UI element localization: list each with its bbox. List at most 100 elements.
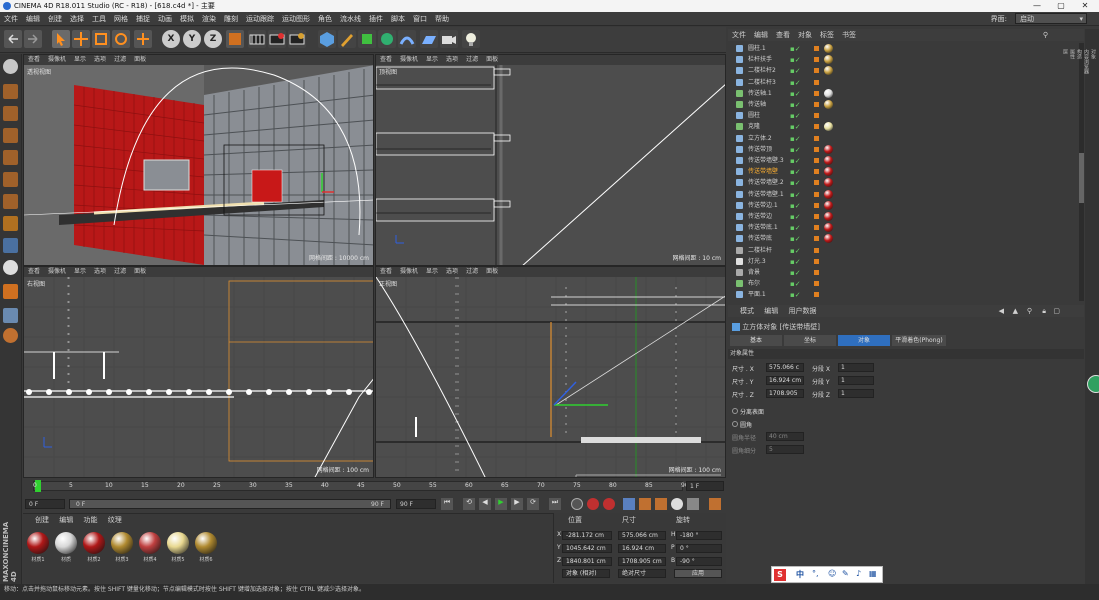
menu-window[interactable]: 窗口 <box>409 12 431 26</box>
material-swatch[interactable] <box>139 532 161 554</box>
key-pla-icon[interactable] <box>687 498 699 510</box>
start-frame-field[interactable]: 0 F <box>25 499 65 509</box>
viewport-front[interactable]: 查看 摄像机 显示 选项 过滤 面板 正视图 网格间距 : 100 cm <box>375 266 726 478</box>
search-icon[interactable]: ⚲ <box>1027 305 1032 317</box>
fillet-sub-field[interactable]: 5 <box>766 445 804 454</box>
subdivision-icon[interactable] <box>358 30 376 48</box>
record-keys-icon[interactable] <box>571 498 583 510</box>
size-field[interactable]: 575.066 cm <box>618 531 666 540</box>
play-icon[interactable]: ▶ <box>495 498 507 510</box>
right-tab[interactable]: 属性 <box>1069 49 1076 74</box>
material-tag-icon[interactable] <box>824 178 833 188</box>
render-view-icon[interactable] <box>248 30 266 48</box>
grid-icon[interactable]: ▦ <box>869 569 877 578</box>
vp-menu-filter[interactable]: 过滤 <box>466 56 478 63</box>
workplane-icon[interactable] <box>3 128 18 143</box>
rotation-field[interactable]: -180 ° <box>676 531 722 540</box>
material-swatch[interactable] <box>111 532 133 554</box>
vp-menu-camera[interactable]: 摄像机 <box>400 268 418 275</box>
size-field[interactable]: 16.924 cm <box>766 376 804 385</box>
vp-menu-display[interactable]: 显示 <box>74 56 86 63</box>
object-row[interactable]: 圆柱 ▪✓ <box>728 110 1080 121</box>
layer-dot-icon[interactable] <box>814 68 819 74</box>
layer-dot-icon[interactable] <box>814 124 819 130</box>
object-row[interactable]: 传送带墙壁.3 ▪✓ <box>728 155 1080 166</box>
menu-script[interactable]: 脚本 <box>387 12 409 26</box>
layer-dot-icon[interactable] <box>814 169 819 175</box>
fillet-row[interactable]: 圆角 <box>732 420 752 429</box>
size-field[interactable]: 1708.905 cm <box>618 557 666 566</box>
vp-menu-filter[interactable]: 过滤 <box>466 268 478 275</box>
material-tag-icon[interactable] <box>824 100 833 109</box>
go-to-end-icon[interactable]: ⏭ <box>549 498 561 510</box>
layer-dot-icon[interactable] <box>814 46 819 51</box>
object-row[interactable]: 传送带底.1 ▪✓ <box>728 222 1080 233</box>
cloner-icon[interactable] <box>378 30 396 48</box>
end-frame-field[interactable]: 90 F <box>396 499 436 509</box>
mat-menu-texture[interactable]: 纹理 <box>108 516 122 524</box>
edges-mode-icon[interactable] <box>3 172 18 187</box>
right-tab[interactable]: 对象 <box>1090 49 1097 74</box>
layer-dot-icon[interactable] <box>814 281 819 287</box>
mat-menu-edit[interactable]: 编辑 <box>59 516 73 524</box>
arrow-left-icon[interactable]: ◀ <box>999 305 1004 317</box>
timeline-layout-icon[interactable] <box>709 498 721 510</box>
object-row[interactable]: 二楼栏杆3 ▪✓ <box>728 77 1080 88</box>
key-selection-icon[interactable] <box>603 498 615 510</box>
material-tag-icon[interactable] <box>824 44 833 53</box>
material-swatch[interactable] <box>195 532 217 554</box>
object-row[interactable]: 传送带墙壁.2 ▪✓ <box>728 177 1080 188</box>
vp-menu-options[interactable]: 选项 <box>446 268 458 275</box>
vp-menu-display[interactable]: 显示 <box>74 268 86 275</box>
vp-menu-camera[interactable]: 摄像机 <box>48 56 66 63</box>
vp-menu-options[interactable]: 选项 <box>94 268 106 275</box>
om-menu-edit[interactable]: 编辑 <box>754 31 768 39</box>
pen-icon[interactable] <box>338 30 356 48</box>
layer-dot-icon[interactable] <box>814 258 819 264</box>
mic-icon[interactable]: ♪ <box>856 569 861 578</box>
layout-select[interactable]: 启动 ▾ <box>1015 13 1087 24</box>
vp-menu-display[interactable]: 显示 <box>426 56 438 63</box>
right-tab[interactable]: 构造 <box>1076 49 1083 74</box>
tab-basic[interactable]: 基本 <box>730 335 782 346</box>
object-row[interactable]: 传送轴 ▪✓ <box>728 99 1080 110</box>
recent-tool-icon[interactable] <box>134 30 152 48</box>
layer-dot-icon[interactable] <box>814 90 819 96</box>
object-row[interactable]: 背景 ▪✓ <box>728 267 1080 278</box>
current-frame-field[interactable]: 1 F <box>686 481 724 491</box>
size-mode-select[interactable]: 绝对尺寸 <box>618 569 666 578</box>
layer-dot-icon[interactable] <box>814 146 819 152</box>
emoji-icon[interactable]: ☺ <box>828 569 836 578</box>
om-menu-view[interactable]: 查看 <box>776 31 790 39</box>
menu-motion-tracking[interactable]: 运动跟踪 <box>242 12 278 26</box>
visibility-check-icon[interactable]: ▪✓ <box>790 290 801 301</box>
vp-menu-options[interactable]: 选项 <box>446 56 458 63</box>
mat-menu-function[interactable]: 功能 <box>83 516 97 524</box>
tweak-mode-icon[interactable] <box>3 238 18 253</box>
menu-simulate[interactable]: 模拟 <box>176 12 198 26</box>
material-swatch[interactable] <box>55 532 77 554</box>
close-button[interactable]: ✕ <box>1073 0 1097 12</box>
layer-dot-icon[interactable] <box>814 270 819 275</box>
polygons-mode-icon[interactable] <box>3 194 18 209</box>
material-tag-icon[interactable] <box>824 223 833 233</box>
menu-mograph[interactable]: 运动图形 <box>278 12 314 26</box>
menu-sculpt[interactable]: 雕刻 <box>220 12 242 26</box>
om-menu-object[interactable]: 对象 <box>798 31 812 39</box>
segment-field[interactable]: 1 <box>838 363 874 372</box>
previous-frame-icon[interactable]: ◀ <box>479 498 491 510</box>
menu-character[interactable]: 角色 <box>314 12 336 26</box>
object-row[interactable]: 灯光.3 ▪✓ <box>728 256 1080 267</box>
pen-icon[interactable]: ✎ <box>842 569 849 578</box>
rotation-field[interactable]: 0 ° <box>676 544 722 553</box>
vp-menu-camera[interactable]: 摄像机 <box>400 56 418 63</box>
object-scrollbar[interactable] <box>1079 43 1084 301</box>
layer-dot-icon[interactable] <box>814 57 819 63</box>
model-mode-icon[interactable] <box>3 84 18 99</box>
search-icon[interactable]: ⚲ <box>1043 29 1048 41</box>
vp-menu-panel[interactable]: 面板 <box>134 268 146 275</box>
layer-dot-icon[interactable] <box>814 292 819 298</box>
object-row[interactable]: 圆柱.1 ▪✓ <box>728 43 1080 54</box>
sogou-icon[interactable]: S <box>774 569 786 581</box>
object-row[interactable]: 平面.1 ▪✓ <box>728 289 1080 300</box>
